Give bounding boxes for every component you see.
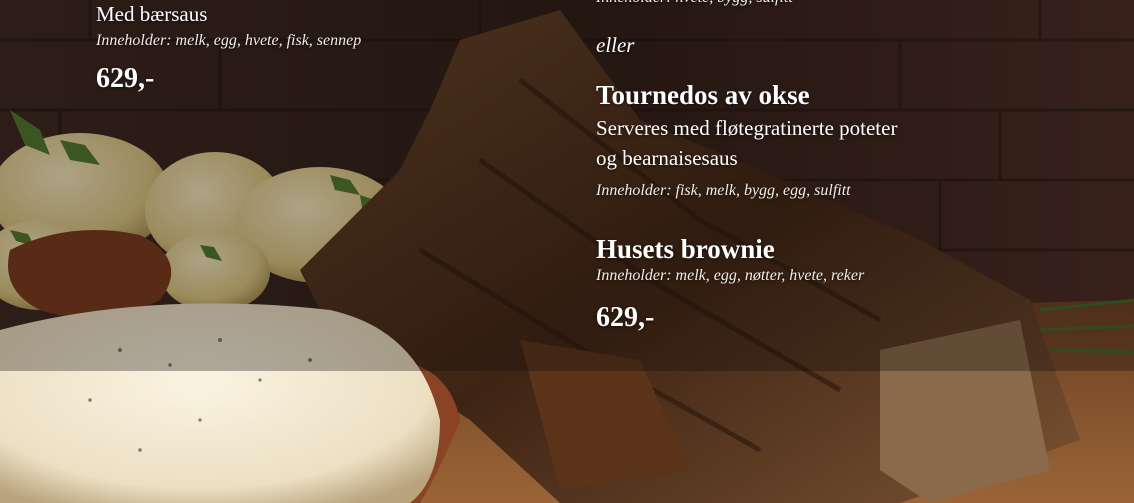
brownie-title: Husets brownie: [596, 234, 775, 264]
text-overlay-band: [0, 0, 1134, 371]
left-dish-description: Med bærsaus: [96, 2, 208, 26]
right-menu-price: 629,-: [596, 302, 655, 333]
tournedos-title: Tournedos av okse: [596, 80, 810, 110]
tournedos-allergens: Inneholder: fisk, melk, bygg, egg, sulfi…: [596, 182, 851, 199]
or-separator: eller: [596, 33, 635, 57]
brownie-allergens: Inneholder: melk, egg, nøtter, hvete, re…: [596, 267, 865, 284]
top-dish-allergens: Inneholder: hvete, bygg, sulfitt: [596, 0, 793, 8]
tournedos-description-line2: og bearnaisesaus: [596, 146, 738, 170]
left-menu-price: 629,-: [96, 63, 155, 94]
tournedos-description-line1: Serveres med fløtegratinerte poteter: [596, 116, 898, 140]
left-dish-allergens: Inneholder: melk, egg, hvete, fisk, senn…: [96, 32, 362, 49]
